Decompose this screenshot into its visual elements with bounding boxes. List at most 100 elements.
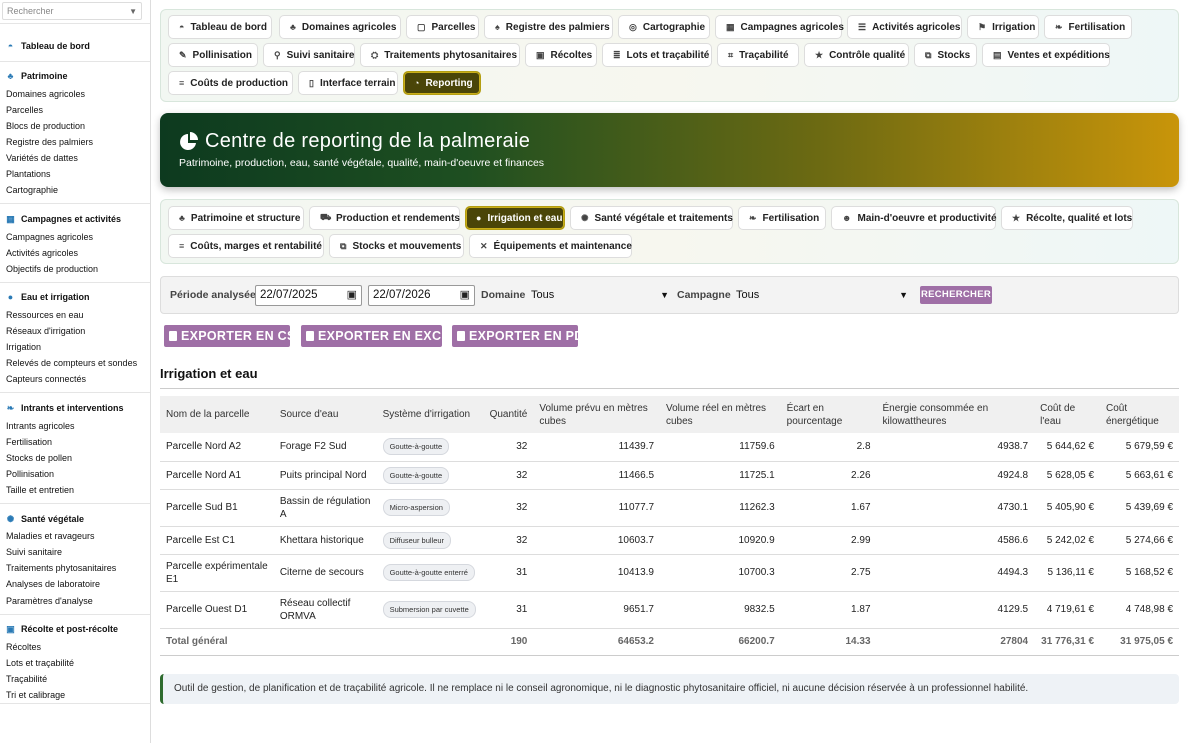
sidebar-item-tracabilite[interactable]: Traçabilité xyxy=(6,674,47,684)
date-to-input[interactable]: 22/07/2026 ▣ xyxy=(368,285,475,306)
tab-irrigation-eau[interactable]: ● Irrigation et eau xyxy=(465,206,565,230)
tab-fertilisation[interactable]: ❧ Fertilisation xyxy=(738,206,826,230)
sidebar-item-parcelles[interactable]: Parcelles xyxy=(6,105,43,115)
sidebar-item-intrants[interactable]: Intrants agricoles xyxy=(6,421,75,431)
nav-cartographie[interactable]: ◎ Cartographie xyxy=(618,15,710,39)
sidebar-search-select[interactable]: Rechercher ▼ xyxy=(2,2,142,20)
page-title: Centre de reporting de la palmeraie xyxy=(205,130,531,152)
sidebar-item-releves[interactable]: Relevés de compteurs et sondes xyxy=(6,358,137,368)
tab-recolte-qualite[interactable]: ★ Récolte, qualité et lots xyxy=(1001,206,1133,230)
sidebar-search-placeholder: Rechercher xyxy=(7,6,54,16)
calendar-icon[interactable]: ▣ xyxy=(460,286,470,305)
nav-activites-agricoles[interactable]: ☰ Activités agricoles xyxy=(847,15,962,39)
tab-production[interactable]: ⛟ Production et rendements xyxy=(309,206,460,230)
column-header[interactable]: Source d'eau xyxy=(273,396,377,433)
nav-fertilisation[interactable]: ❧ Fertilisation xyxy=(1044,15,1132,39)
nav-recoltes[interactable]: ▣ Récoltes xyxy=(525,43,597,67)
sidebar-item-suivi-sanitaire[interactable]: Suivi sanitaire xyxy=(6,547,62,557)
nav-reporting[interactable]: ◔ Reporting xyxy=(403,71,481,95)
sidebar-item-analyses[interactable]: Analyses de laboratoire xyxy=(6,579,100,589)
nav-registre-palmiers[interactable]: ♠ Registre des palmiers xyxy=(484,15,613,39)
nav-irrigation[interactable]: ⚑ Irrigation xyxy=(967,15,1039,39)
nav-interface-terrain[interactable]: ▯ Interface terrain xyxy=(298,71,398,95)
sidebar-item-parametres[interactable]: Paramètres d'analyse xyxy=(6,596,93,606)
column-header[interactable]: Quantité xyxy=(483,396,534,433)
route-icon: ⌗ xyxy=(728,49,734,60)
tab-equipements[interactable]: ✕ Équipements et maintenance xyxy=(469,234,632,258)
chevron-down-icon: ▼ xyxy=(129,7,137,16)
column-header[interactable]: Volume prévu en mètres cubes xyxy=(533,396,660,433)
export-excel-button[interactable]: EXPORTER EN EXCEL xyxy=(301,325,458,347)
sidebar-item-objectifs[interactable]: Objectifs de production xyxy=(6,264,98,274)
campaign-select[interactable]: Tous ▼ xyxy=(732,285,912,306)
tools-icon: ✕ xyxy=(480,240,488,251)
nav-ventes-expeditions[interactable]: ▤ Ventes et expéditions xyxy=(982,43,1110,67)
tab-patrimoine[interactable]: ♣ Patrimoine et structure xyxy=(168,206,304,230)
sidebar-item-varietes[interactable]: Variétés de dattes xyxy=(6,153,78,163)
tab-main-oeuvre[interactable]: ☻ Main-d'oeuvre et productivité xyxy=(831,206,997,230)
nav-suivi-sanitaire[interactable]: ⚲ Suivi sanitaire xyxy=(263,43,355,67)
nav-domaines-agricoles[interactable]: ♣ Domaines agricoles xyxy=(279,15,401,39)
tab-stocks[interactable]: ⧉ Stocks et mouvements xyxy=(329,234,464,258)
sidebar-item-irrigation[interactable]: Irrigation xyxy=(6,342,41,352)
column-header[interactable]: Coût énergétique xyxy=(1100,396,1179,433)
column-header[interactable]: Coût de l'eau xyxy=(1034,396,1100,433)
sidebar-item-lots[interactable]: Lots et traçabilité xyxy=(6,658,74,668)
calendar-icon: ▦ xyxy=(6,213,15,224)
sidebar-item-fertilisation[interactable]: Fertilisation xyxy=(6,437,52,447)
money-icon: ≡ xyxy=(179,241,185,251)
sidebar-item-recoltes[interactable]: Récoltes xyxy=(6,642,41,652)
table-total-row: Total général 190 64653.2 66200.7 14.33 … xyxy=(160,628,1179,656)
export-pdf-button[interactable]: EXPORTER EN PDF xyxy=(452,325,591,347)
calendar-icon[interactable]: ▣ xyxy=(347,286,357,305)
export-csv-button[interactable]: EXPORTER EN CSV xyxy=(164,325,304,347)
search-button[interactable]: RECHERCHER xyxy=(920,286,992,304)
sidebar-section-intrants: ❧ Intrants et interventions xyxy=(6,402,124,413)
nav-couts-production[interactable]: ≡ Coûts de production xyxy=(168,71,293,95)
nav-tracabilite[interactable]: ⌗ Traçabilité xyxy=(717,43,799,67)
sidebar-item-traitements[interactable]: Traitements phytosanitaires xyxy=(6,563,116,573)
sidebar-item-registre[interactable]: Registre des palmiers xyxy=(6,137,93,147)
sidebar-item-cartographie[interactable]: Cartographie xyxy=(6,185,58,195)
nav-campagnes-agricoles[interactable]: ▦ Campagnes agricoles xyxy=(715,15,844,39)
sidebar-item-dashboard[interactable]: ◓ Tableau de bord xyxy=(6,41,90,51)
domain-select[interactable]: Tous ▼ xyxy=(527,285,673,306)
brush-icon: ✎ xyxy=(179,49,187,60)
nav-tableau-de-bord[interactable]: ◓ Tableau de bord xyxy=(168,15,272,39)
sidebar-item-domaines[interactable]: Domaines agricoles xyxy=(6,89,85,99)
top-navigation: ◓ Tableau de bord ♣ Domaines agricoles ▢ Pa… xyxy=(160,9,1179,102)
sidebar-item-tri[interactable]: Tri et calibrage xyxy=(6,690,65,700)
sidebar-item-pollinisation[interactable]: Pollinisation xyxy=(6,469,54,479)
column-header[interactable]: Système d'irrigation xyxy=(376,396,484,433)
sidebar-item-ressources-eau[interactable]: Ressources en eau xyxy=(6,310,84,320)
star-icon: ★ xyxy=(1012,212,1021,223)
column-header[interactable]: Volume réel en mètres cubes xyxy=(660,396,781,433)
sidebar-item-maladies[interactable]: Maladies et ravageurs xyxy=(6,531,95,541)
sidebar-item-blocs[interactable]: Blocs de production xyxy=(6,121,85,131)
sidebar-item-taille[interactable]: Taille et entretien xyxy=(6,485,74,495)
nav-lots-tracabilite[interactable]: ≣ Lots et traçabilité xyxy=(602,43,712,67)
sidebar-item-pollen[interactable]: Stocks de pollen xyxy=(6,453,72,463)
disclaimer-notice: Outil de gestion, de planification et de… xyxy=(160,674,1179,704)
nav-parcelles[interactable]: ▢ Parcelles xyxy=(406,15,479,39)
tree-icon: ♣ xyxy=(7,70,14,81)
nav-controle-qualite[interactable]: ★ Contrôle qualité xyxy=(804,43,909,67)
column-header[interactable]: Énergie consommée en kilowattheures xyxy=(876,396,1035,433)
sidebar-item-reseaux[interactable]: Réseaux d'irrigation xyxy=(6,326,85,336)
report-tabs: ♣ Patrimoine et structure ⛟ Production et … xyxy=(160,199,1179,264)
sidebar-item-label: Tableau de bord xyxy=(21,41,90,51)
sidebar-item-activites[interactable]: Activités agricoles xyxy=(6,248,78,258)
sidebar-item-capteurs[interactable]: Capteurs connectés xyxy=(6,374,86,384)
sidebar-item-campagnes[interactable]: Campagnes agricoles xyxy=(6,232,93,242)
date-from-input[interactable]: 22/07/2025 ▣ xyxy=(255,285,362,306)
sidebar-section-sante: ✺ Santé végétale xyxy=(6,513,85,524)
tab-couts-marges[interactable]: ≡ Coûts, marges et rentabilité xyxy=(168,234,324,258)
tab-sante-vegetale[interactable]: ✺ Santé végétale et traitements xyxy=(570,206,733,230)
sidebar-item-plantations[interactable]: Plantations xyxy=(6,169,51,179)
column-header[interactable]: Écart en pourcentage xyxy=(780,396,877,433)
nav-traitements-phyto[interactable]: ⛭ Traitements phytosanitaires xyxy=(360,43,520,67)
file-icon xyxy=(169,331,177,341)
nav-stocks[interactable]: ⧉ Stocks xyxy=(914,43,977,67)
nav-pollinisation[interactable]: ✎ Pollinisation xyxy=(168,43,258,67)
column-header[interactable]: Nom de la parcelle xyxy=(160,396,274,433)
